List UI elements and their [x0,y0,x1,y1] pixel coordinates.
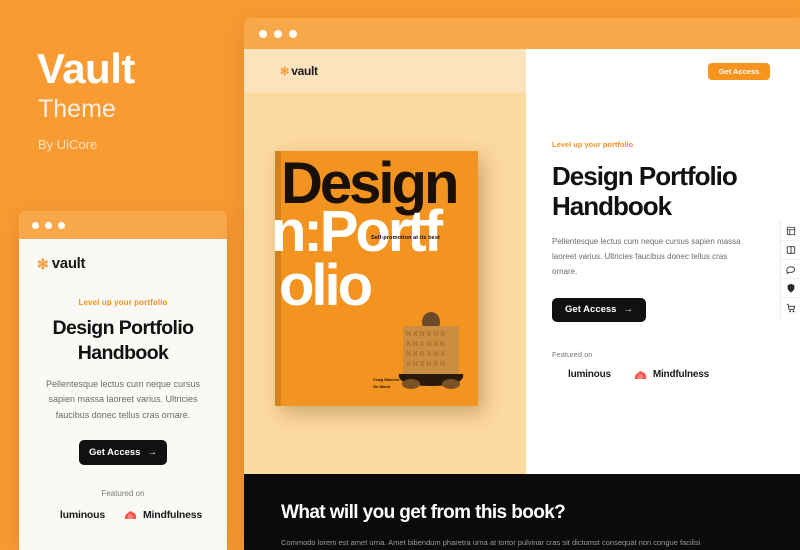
hero-content-panel: Level up your portfolio Design Portfolio… [526,93,800,474]
svg-text:N X N X N X: N X N X N X [406,351,445,358]
book-title-line-3: olio [279,253,373,318]
luminous-leaf-icon [44,510,55,520]
arrow-right-icon: → [147,446,157,458]
logo-item-mindfulness[interactable]: Mindfulness [123,509,202,521]
book-credit: Craig Minchin Go Wash [373,377,399,390]
layout-grid-icon [786,226,795,236]
brand-title: Vault [37,45,135,92]
navbar-get-access-button[interactable]: Get Access [708,62,770,80]
mindfulness-blob-icon [124,511,137,520]
open-book-icon [786,246,795,254]
mobile-heading-line-1: Design Portfolio [52,317,195,339]
mobile-get-access-button[interactable]: Get Access → [79,439,167,465]
book-credit-line-1: Craig Minchin [373,377,400,383]
desktop-hero-section: Design n:Portf olio Self-promotion at it… [244,93,800,474]
mobile-site-logo[interactable]: ✻ vault [37,255,209,272]
desktop-preview-window: ✻ vault Get Access Design n:Portf olio S… [244,18,800,550]
logo-item-luminous[interactable]: luminous [44,509,105,521]
svg-text:X N X N X N: X N X N X N [406,361,445,368]
luminous-leaf-icon [552,369,563,379]
desktop-site-logo[interactable]: ✻ vault [244,49,526,93]
window-dot-minimize-icon[interactable] [45,221,52,229]
rail-item-layout[interactable] [780,222,800,241]
mobile-cta-label: Get Access [89,446,141,458]
rail-item-cart[interactable] [781,298,800,317]
logo-label-luminous: luminous [568,368,611,380]
book-subtitle: Self-promotion at its best [371,235,440,241]
mobile-hero-paragraph: Pellentesque lectus cum neque cursus sap… [45,378,201,421]
mobile-featured-logos: luminous Mindfulness [37,509,209,521]
desktop-get-access-button[interactable]: Get Access → [552,297,646,322]
brand-subtitle: Theme [38,95,116,123]
desktop-window-titlebar [244,18,800,49]
book-title-line-2: n:Portf [275,199,443,264]
window-dot-close-icon[interactable] [32,221,39,229]
asterisk-icon: ✻ [37,255,49,272]
logo-item-luminous[interactable]: luminous [552,369,611,380]
dark-section-paragraph: Commodo lorem est amet urna. Amet bibend… [281,538,701,547]
comment-icon [785,266,795,274]
shopping-cart-icon [786,303,795,312]
window-dot-maximize-icon[interactable] [289,29,297,38]
book-cover-person-illustration: N X N X N X X N X N X N N X N X N X X N … [398,312,464,389]
shield-heart-icon [787,283,794,293]
desktop-featured-label: Featured on [552,349,593,359]
desktop-navbar: ✻ vault Get Access [244,49,800,93]
rail-item-comment[interactable] [780,260,800,279]
book-cover-image: Design n:Portf olio Self-promotion at it… [275,151,478,406]
mobile-hero-heading: Design Portfolio Handbook [37,316,209,366]
mindfulness-blob-icon [634,370,646,379]
rail-item-book[interactable] [780,241,800,260]
svg-text:N X N X N X: N X N X N X [406,331,445,338]
asterisk-icon: ✻ [280,65,290,78]
logo-wordmark: vault [51,255,86,272]
mobile-eyebrow: Level up your portfolio [78,298,168,307]
window-dot-minimize-icon[interactable] [274,29,282,38]
arrow-right-icon: → [623,304,633,316]
mobile-preview-card: ✻ vault Level up your portfolio Design P… [19,211,227,550]
desktop-hero-heading: Design Portfolio Handbook [552,161,800,221]
window-dot-close-icon[interactable] [259,29,267,38]
dark-section-heading: What will you get from this book? [281,502,566,523]
logo-wordmark: vault [291,64,318,78]
logo-item-mindfulness[interactable]: Mindfulness [633,369,709,380]
logo-label-mindfulness: Mindfulness [652,368,709,380]
desktop-featured-logos: luminous Mindfulness [552,369,800,380]
logo-label-mindfulness: Mindfulness [143,508,203,521]
side-icon-rail [780,219,800,320]
window-dot-maximize-icon[interactable] [58,221,65,229]
mobile-card-body: ✻ vault Level up your portfolio Design P… [19,239,227,521]
desktop-hero-paragraph: Pellentesque lectus cum neque cursus sap… [552,237,741,276]
book-credit-line-2: Go Wash [373,383,391,389]
svg-text:X N X N X N: X N X N X N [406,341,445,348]
rail-item-shield[interactable] [780,279,800,298]
mobile-featured-label: Featured on [101,488,145,498]
desktop-heading-line-2: Handbook [552,191,672,222]
logo-label-luminous: luminous [59,508,105,521]
desktop-heading-line-1: Design Portfolio [552,161,738,191]
desktop-dark-section: What will you get from this book? Commod… [244,474,800,550]
mobile-window-titlebar [19,211,227,239]
hero-book-panel: Design n:Portf olio Self-promotion at it… [244,93,526,474]
brand-byline: By UiCore [38,137,98,152]
desktop-cta-label: Get Access [565,304,617,316]
mobile-heading-line-2: Handbook [77,341,169,364]
desktop-eyebrow: Level up your portfolio [552,140,634,149]
